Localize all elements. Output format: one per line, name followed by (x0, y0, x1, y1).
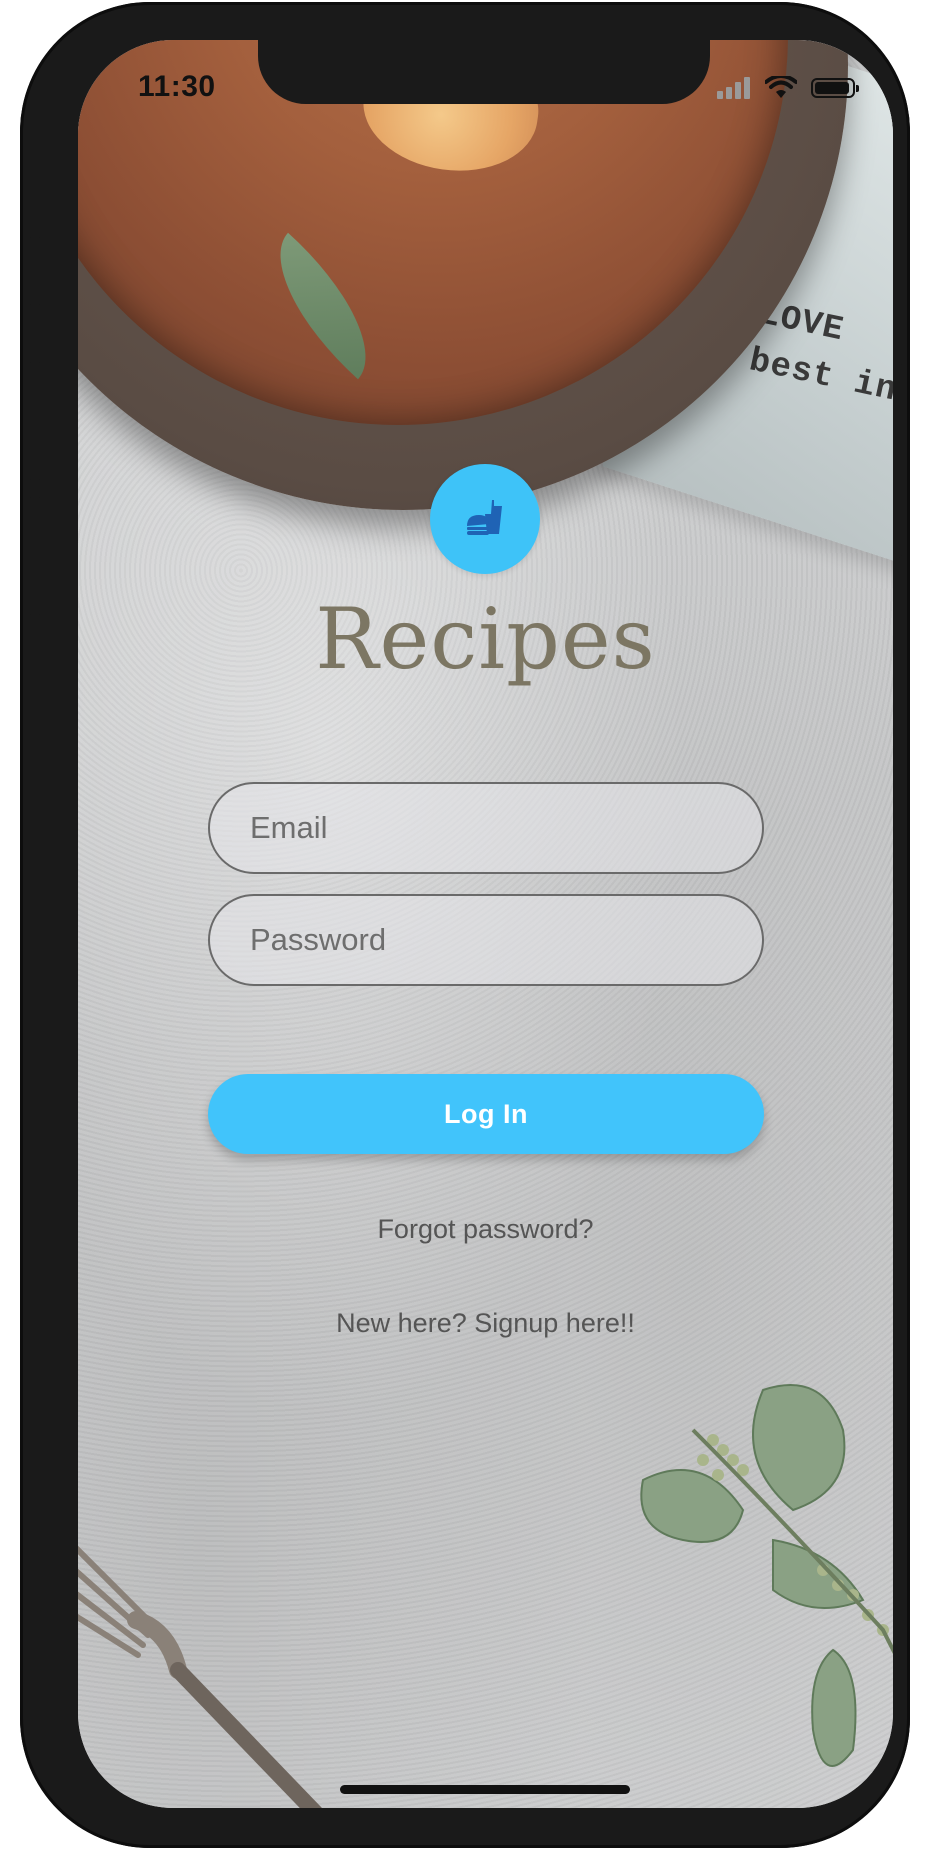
password-field[interactable] (208, 894, 764, 986)
email-field[interactable] (208, 782, 764, 874)
signup-link[interactable]: New here? Signup here!! (78, 1308, 893, 1339)
greenery-image (640, 1384, 893, 1767)
status-bar: 11:30 (78, 40, 893, 160)
password-input[interactable] (248, 921, 762, 959)
phone-frame: LOVE best in 11:30 Recipes Email Log In … (20, 2, 910, 1848)
app-title: Recipes (315, 590, 656, 688)
forgot-password-link[interactable]: Forgot password? (78, 1214, 893, 1245)
fastfood-icon (467, 500, 502, 535)
home-indicator[interactable] (340, 1785, 630, 1794)
cellular-signal-icon (717, 77, 750, 99)
mute-switch (28, 237, 42, 305)
volume-up-button (28, 362, 42, 480)
fork-image (78, 1545, 322, 1808)
email-input[interactable] (248, 809, 762, 847)
notch (258, 40, 710, 104)
wifi-icon (765, 76, 797, 98)
login-button[interactable]: Log In (208, 1074, 764, 1154)
app-logo (430, 464, 540, 574)
battery-icon (811, 78, 859, 98)
volume-down-button (28, 497, 42, 615)
screen: LOVE best in 11:30 Recipes Email Log In … (78, 40, 893, 1808)
status-icons (717, 76, 859, 100)
status-time: 11:30 (138, 70, 216, 103)
